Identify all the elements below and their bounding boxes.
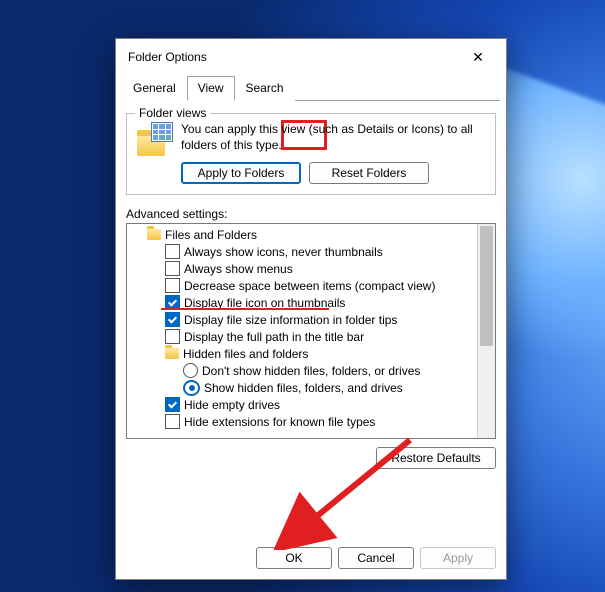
checkbox-icon[interactable] bbox=[165, 414, 180, 429]
checkbox-icon[interactable] bbox=[165, 278, 180, 293]
tree-item[interactable]: Display file size information in folder … bbox=[131, 311, 477, 328]
tab-view[interactable]: View bbox=[187, 76, 235, 101]
tree-item[interactable]: Always show menus bbox=[131, 260, 477, 277]
tree-label: Don't show hidden files, folders, or dri… bbox=[202, 364, 420, 378]
button-label: Reset Folders bbox=[332, 166, 407, 180]
folder-views-icon bbox=[137, 124, 173, 156]
tree-label: Hidden files and folders bbox=[183, 347, 308, 361]
checkbox-icon[interactable] bbox=[165, 295, 180, 310]
group-title: Folder views bbox=[135, 106, 210, 120]
button-label: Apply bbox=[443, 551, 473, 565]
titlebar: Folder Options ✕ bbox=[116, 39, 506, 73]
tree-label: Always show icons, never thumbnails bbox=[184, 245, 383, 259]
button-label: OK bbox=[285, 551, 302, 565]
folder-views-group: Folder views You can apply this view (su… bbox=[126, 113, 496, 195]
checkbox-icon[interactable] bbox=[165, 261, 180, 276]
scrollbar[interactable] bbox=[477, 224, 495, 438]
tree-item[interactable]: Don't show hidden files, folders, or dri… bbox=[131, 362, 477, 379]
tree-label: Hide extensions for known file types bbox=[184, 415, 375, 429]
checkbox-icon[interactable] bbox=[165, 397, 180, 412]
button-label: Apply to Folders bbox=[198, 166, 285, 180]
tab-general[interactable]: General bbox=[122, 76, 187, 101]
dialog-footer: OK Cancel Apply bbox=[116, 539, 506, 579]
tree-label: Files and Folders bbox=[165, 228, 257, 242]
tree-item[interactable]: Display the full path in the title bar bbox=[131, 328, 477, 345]
checkbox-icon[interactable] bbox=[165, 329, 180, 344]
radio-icon[interactable] bbox=[183, 363, 198, 378]
folder-options-dialog: Folder Options ✕ General View Search Fol… bbox=[115, 38, 507, 580]
tab-label: General bbox=[133, 81, 176, 95]
reset-folders-button[interactable]: Reset Folders bbox=[309, 162, 429, 184]
tree-label: Display file icon on thumbnails bbox=[184, 296, 345, 310]
tree-item[interactable]: Show hidden files, folders, and drives bbox=[131, 379, 477, 396]
tree-label: Display file size information in folder … bbox=[184, 313, 397, 327]
tab-label: Search bbox=[246, 81, 284, 95]
tree-item[interactable]: Hide extensions for known file types bbox=[131, 413, 477, 430]
tab-strip: General View Search bbox=[122, 75, 500, 101]
button-label: Cancel bbox=[357, 551, 394, 565]
button-label: Restore Defaults bbox=[391, 451, 480, 465]
tree-root: Files and Folders bbox=[131, 226, 477, 243]
tab-content: Folder views You can apply this view (su… bbox=[116, 101, 506, 539]
checkbox-icon[interactable] bbox=[165, 244, 180, 259]
tree-item[interactable]: Display file icon on thumbnails bbox=[131, 294, 477, 311]
tab-label: View bbox=[198, 81, 224, 95]
tree-label: Show hidden files, folders, and drives bbox=[204, 381, 403, 395]
tree-item[interactable]: Always show icons, never thumbnails bbox=[131, 243, 477, 260]
tree-label: Always show menus bbox=[184, 262, 293, 276]
radio-icon[interactable] bbox=[183, 380, 200, 396]
tree-label: Decrease space between items (compact vi… bbox=[184, 279, 435, 293]
window-title: Folder Options bbox=[128, 50, 207, 64]
close-button[interactable]: ✕ bbox=[458, 45, 498, 69]
advanced-settings-tree: Files and Folders Always show icons, nev… bbox=[126, 223, 496, 439]
ok-button[interactable]: OK bbox=[256, 547, 332, 569]
advanced-settings-label: Advanced settings: bbox=[126, 207, 496, 221]
tree-item[interactable]: Decrease space between items (compact vi… bbox=[131, 277, 477, 294]
close-icon: ✕ bbox=[472, 49, 484, 66]
tab-search[interactable]: Search bbox=[235, 76, 295, 101]
restore-defaults-button[interactable]: Restore Defaults bbox=[376, 447, 496, 469]
apply-button[interactable]: Apply bbox=[420, 547, 496, 569]
apply-to-folders-button[interactable]: Apply to Folders bbox=[181, 162, 301, 184]
tree-label: Display the full path in the title bar bbox=[184, 330, 364, 344]
folder-icon bbox=[147, 229, 161, 240]
folder-views-description: You can apply this view (such as Details… bbox=[181, 122, 485, 156]
tree-label: Hide empty drives bbox=[184, 398, 280, 412]
checkbox-icon[interactable] bbox=[165, 312, 180, 327]
scrollbar-thumb[interactable] bbox=[480, 226, 493, 346]
cancel-button[interactable]: Cancel bbox=[338, 547, 414, 569]
tree-item[interactable]: Hide empty drives bbox=[131, 396, 477, 413]
folder-icon bbox=[165, 348, 179, 359]
tree-item[interactable]: Hidden files and folders bbox=[131, 345, 477, 362]
